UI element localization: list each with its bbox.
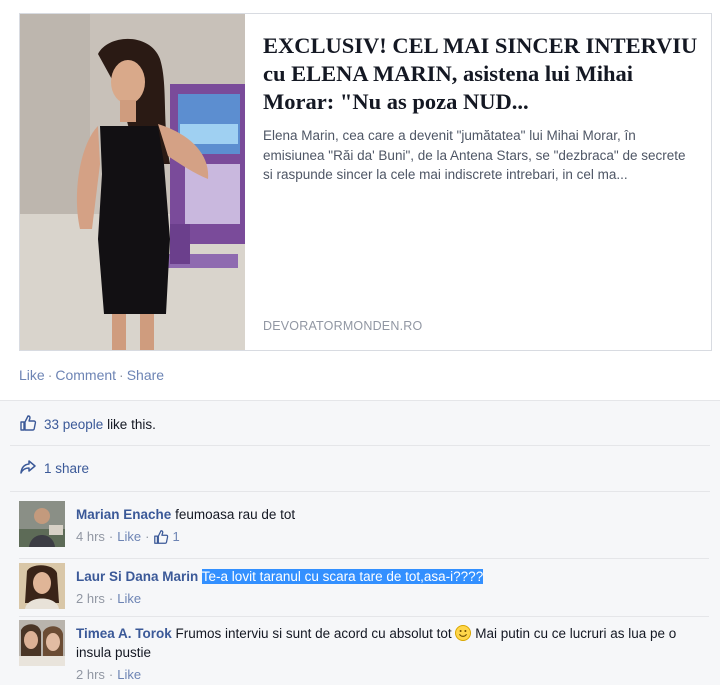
- thumbs-up-icon: [19, 414, 37, 435]
- link-preview-card[interactable]: EXCLUSIV! CEL MAI SINCER INTERVIU cu ELE…: [19, 13, 712, 351]
- comment-text: feumoasa rau de tot: [175, 507, 296, 522]
- photo-woman-black-dress: [20, 14, 245, 350]
- comment-item: Marian Enache feumoasa rau de tot 4 hrs …: [19, 501, 709, 553]
- preview-domain: DEVORATORMONDEN.RO: [263, 319, 423, 333]
- comment-like-count[interactable]: 1: [172, 527, 179, 546]
- divider: [0, 400, 720, 401]
- shares-summary[interactable]: 1 share: [19, 459, 89, 478]
- comment-like-link[interactable]: Like: [117, 665, 141, 684]
- divider: [19, 558, 709, 559]
- preview-description: Elena Marin, cea care a devenit "jumătat…: [263, 128, 686, 182]
- likes-summary: 33 people like this.: [19, 414, 156, 435]
- separator: ·: [47, 367, 53, 383]
- divider: [10, 491, 710, 492]
- avatar[interactable]: [19, 501, 65, 547]
- comment-text: Te-a lovit taranul cu scara tare de tot,…: [201, 569, 484, 584]
- like-link[interactable]: Like: [19, 367, 45, 383]
- comment-timestamp[interactable]: 4 hrs: [76, 527, 105, 546]
- comment-author[interactable]: Timea A. Torok: [76, 626, 172, 641]
- comment-text: Frumos interviu si sunt de acord cu abso…: [175, 626, 452, 641]
- smiley-emoji-icon: [455, 625, 472, 641]
- divider: [10, 445, 710, 446]
- comment-author[interactable]: Marian Enache: [76, 507, 171, 522]
- share-arrow-icon: [19, 459, 37, 478]
- avatar[interactable]: [19, 563, 65, 609]
- preview-title[interactable]: EXCLUSIV! CEL MAI SINCER INTERVIU cu ELE…: [263, 32, 698, 116]
- likes-suffix: like this.: [103, 417, 156, 432]
- comment-author[interactable]: Laur Si Dana Marin: [76, 569, 198, 584]
- comment-like-link[interactable]: Like: [117, 589, 141, 608]
- share-link[interactable]: Share: [127, 367, 164, 383]
- post-actions: Like · Comment · Share: [19, 367, 164, 383]
- shares-count-link[interactable]: 1 share: [44, 461, 89, 476]
- comment-like-link[interactable]: Like: [117, 527, 141, 546]
- thumbs-up-icon: [153, 529, 169, 545]
- separator: ·: [119, 367, 124, 383]
- avatar[interactable]: [19, 620, 65, 666]
- comment-timestamp[interactable]: 2 hrs: [76, 589, 105, 608]
- divider: [19, 616, 709, 617]
- comment-item: Timea A. Torok Frumos interviu si sunt d…: [19, 620, 709, 685]
- comment-timestamp[interactable]: 2 hrs: [76, 665, 105, 684]
- comment-link[interactable]: Comment: [55, 367, 116, 383]
- preview-image[interactable]: [20, 14, 245, 350]
- comment-item: Laur Si Dana Marin Te-a lovit taranul cu…: [19, 563, 709, 615]
- likes-count-link[interactable]: 33 people: [44, 417, 103, 432]
